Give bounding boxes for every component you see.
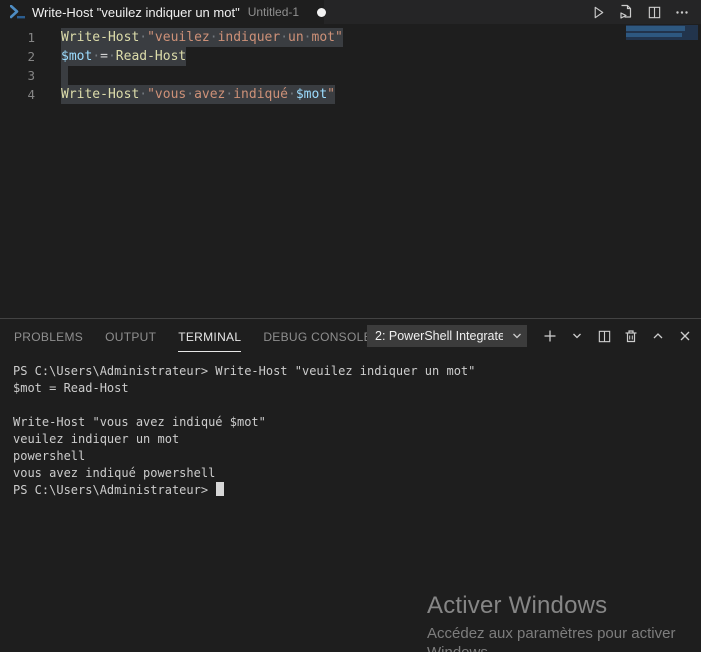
terminal-lines: PS C:\Users\Administrateur> Write-Host "… — [13, 363, 697, 482]
kill-terminal-button[interactable] — [621, 325, 641, 347]
minimap-line-bar — [626, 26, 685, 31]
maximize-panel-button[interactable] — [648, 325, 668, 347]
line-number: 4 — [0, 85, 35, 104]
editor-tab-bar: Write-Host "veuilez indiquer un mot" Unt… — [0, 0, 701, 24]
ellipsis-icon — [674, 4, 690, 20]
close-icon — [679, 330, 691, 342]
terminal-picker-dropdown[interactable]: 2: PowerShell Integrated Console — [367, 325, 527, 347]
bottom-panel: PROBLEMS OUTPUT TERMINAL DEBUG CONSOLE 2: P… — [0, 318, 701, 652]
terminal-line: Write-Host "vous avez indiqué $mot" — [13, 414, 697, 431]
chevron-down-icon — [572, 331, 582, 341]
terminal-cursor — [216, 482, 224, 496]
editor-line[interactable]: 2 $mot·=·Read-Host — [0, 47, 701, 66]
panel-tab-debug-console[interactable]: DEBUG CONSOLE — [263, 321, 372, 352]
run-selection-button[interactable] — [615, 1, 637, 23]
editor-line[interactable]: 4 Write-Host·"vous·avez·indiqué·$mot" — [0, 85, 701, 104]
terminal-line: PS C:\Users\Administrateur> Write-Host "… — [13, 363, 697, 380]
code-text — [61, 66, 68, 85]
close-panel-button[interactable] — [675, 325, 695, 347]
terminal-line: veuilez indiquer un mot — [13, 431, 697, 448]
editor-actions — [587, 0, 701, 24]
panel-actions: 2: PowerShell Integrated Console — [367, 319, 695, 353]
split-editor-button[interactable] — [643, 1, 665, 23]
document-play-icon — [618, 4, 634, 20]
code-editor[interactable]: 1 Write-Host·"veuilez·indiquer·un·mot" 2 $m… — [0, 24, 701, 318]
new-terminal-button[interactable] — [540, 325, 560, 347]
panel-tab-terminal[interactable]: TERMINAL — [178, 321, 241, 352]
terminal-output[interactable]: PS C:\Users\Administrateur> Write-Host "… — [13, 363, 697, 652]
panel-tab-output[interactable]: OUTPUT — [105, 321, 156, 352]
code-text: Write-Host·"veuilez·indiquer·un·mot" — [61, 28, 343, 47]
run-button[interactable] — [587, 1, 609, 23]
line-number: 1 — [0, 28, 35, 47]
split-terminal-icon — [597, 329, 612, 344]
split-terminal-button[interactable] — [594, 325, 614, 347]
panel-tab-problems[interactable]: PROBLEMS — [14, 321, 83, 352]
code-text: Write-Host·"vous·avez·indiqué·$mot" — [61, 85, 335, 104]
terminal-line — [13, 397, 697, 414]
editor-lines: 1 Write-Host·"veuilez·indiquer·un·mot" 2 $m… — [0, 28, 701, 104]
terminal-line: $mot = Read-Host — [13, 380, 697, 397]
unsaved-changes-dot[interactable] — [317, 8, 326, 17]
terminal-line: vous avez indiqué powershell — [13, 465, 697, 482]
minimap[interactable] — [626, 25, 698, 40]
chevron-down-icon — [512, 331, 522, 341]
plus-icon — [543, 329, 557, 343]
terminal-prompt-line: PS C:\Users\Administrateur> — [13, 482, 697, 499]
editor-line[interactable]: 3 — [0, 66, 701, 85]
editor-line[interactable]: 1 Write-Host·"veuilez·indiquer·un·mot" — [0, 28, 701, 47]
editor-tab-untitled-1[interactable]: Write-Host "veuilez indiquer un mot" Unt… — [0, 0, 324, 24]
terminal-prompt: PS C:\Users\Administrateur> — [13, 483, 215, 497]
minimap-line-bar — [626, 33, 682, 37]
line-number: 2 — [0, 47, 35, 66]
code-text: $mot·=·Read-Host — [61, 47, 186, 66]
trash-icon — [624, 329, 638, 344]
split-editor-icon — [647, 5, 662, 20]
panel-header: PROBLEMS OUTPUT TERMINAL DEBUG CONSOLE 2: P… — [0, 319, 701, 353]
panel-tabs: PROBLEMS OUTPUT TERMINAL DEBUG CONSOLE — [14, 321, 372, 352]
powershell-file-icon — [10, 5, 26, 19]
play-icon — [591, 5, 606, 20]
line-number: 3 — [0, 66, 35, 85]
tab-description: Untitled-1 — [248, 5, 299, 19]
terminal-line: powershell — [13, 448, 697, 465]
chevron-up-icon — [652, 330, 664, 342]
vscode-window: Write-Host "veuilez indiquer un mot" Unt… — [0, 0, 701, 652]
tab-title: Write-Host "veuilez indiquer un mot" — [32, 5, 240, 20]
terminal-picker-value: 2: PowerShell Integrated Console — [375, 329, 503, 343]
new-terminal-dropdown-button[interactable] — [567, 325, 587, 347]
more-actions-button[interactable] — [671, 1, 693, 23]
